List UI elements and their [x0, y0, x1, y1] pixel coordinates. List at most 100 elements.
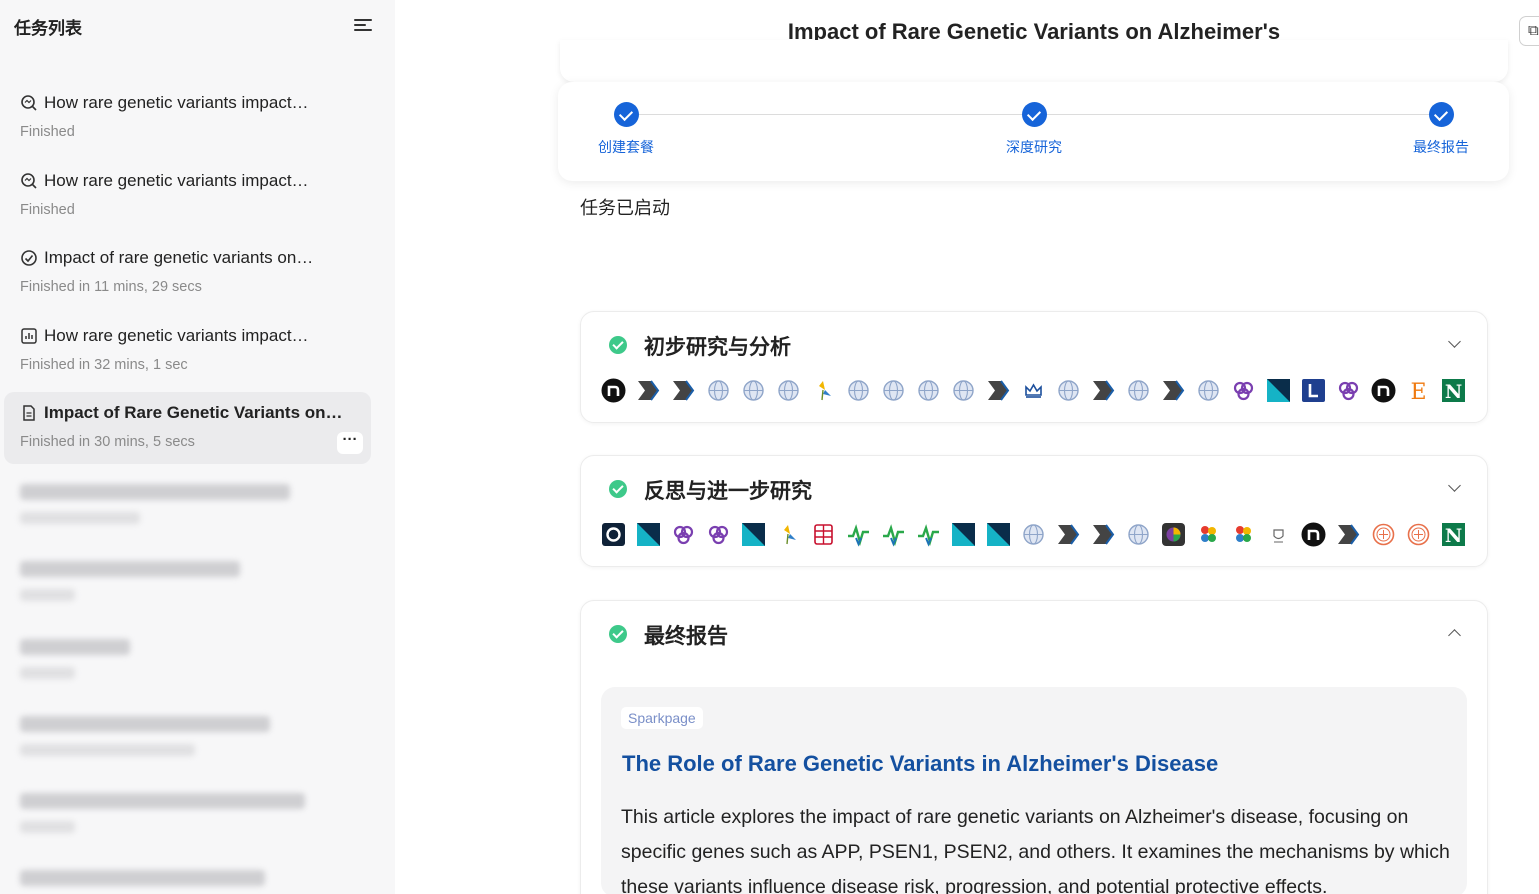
- globe-source-icon[interactable]: [741, 378, 766, 403]
- collapse-sidebar-icon[interactable]: [352, 16, 374, 34]
- globe-source-icon[interactable]: [1021, 522, 1046, 547]
- sidebar-title: 任务列表: [14, 19, 82, 39]
- orange-seal-source-icon[interactable]: [1406, 522, 1431, 547]
- app: 任务列表 How rare genetic variants impact… F…: [0, 0, 1539, 894]
- section-title: 最终报告: [644, 624, 728, 648]
- task-item[interactable]: How rare genetic variants impact… Finish…: [4, 82, 371, 154]
- task-item[interactable]: How rare genetic variants impact… Finish…: [4, 315, 371, 387]
- task-title: How rare genetic variants impact…: [44, 171, 309, 190]
- more-options-button[interactable]: ···: [337, 432, 363, 454]
- globe-source-icon[interactable]: [706, 378, 731, 403]
- teal-diag-source-icon[interactable]: [951, 522, 976, 547]
- globe-source-icon[interactable]: [1126, 378, 1151, 403]
- step-complete-icon: [613, 102, 639, 127]
- arrow-dark-source-icon[interactable]: [1091, 378, 1116, 403]
- task-item-active[interactable]: Impact of Rare Genetic Variants on… Fini…: [4, 392, 371, 464]
- green-pulse-source-icon[interactable]: [846, 522, 871, 547]
- blurred-task-item: [20, 793, 305, 833]
- blurred-task-item: [20, 870, 265, 894]
- section-title: 反思与进一步研究: [644, 479, 812, 503]
- teal-diag-source-icon[interactable]: [741, 522, 766, 547]
- orange-seal-source-icon[interactable]: [1371, 522, 1396, 547]
- task-status: Finished in 11 mins, 29 secs: [20, 279, 202, 295]
- green-pulse-source-icon[interactable]: [881, 522, 906, 547]
- task-item[interactable]: Impact of rare genetic variants on… Fini…: [4, 237, 371, 309]
- blurred-task-item: [20, 639, 130, 679]
- source-icons: EN: [601, 378, 1476, 405]
- report-title[interactable]: The Role of Rare Genetic Variants in Alz…: [622, 751, 1218, 777]
- step-label: 创建套餐: [598, 140, 654, 156]
- teal-diag-source-icon[interactable]: [636, 522, 661, 547]
- source-icons: N: [601, 522, 1476, 547]
- chevron-down-icon[interactable]: [1447, 481, 1461, 495]
- flower-source-icon[interactable]: [1196, 522, 1221, 547]
- pinwheel-yellow-source-icon[interactable]: [776, 522, 801, 547]
- arrow-dark-source-icon[interactable]: [1091, 522, 1116, 547]
- globe-source-icon[interactable]: [846, 378, 871, 403]
- globe-source-icon[interactable]: [951, 378, 976, 403]
- ring-dark-source-icon[interactable]: [601, 522, 626, 547]
- sparkpage-tag: Sparkpage: [621, 707, 703, 729]
- task-status: Finished: [20, 202, 75, 218]
- E-orange-source-icon[interactable]: E: [1406, 378, 1431, 405]
- arrow-dark-source-icon[interactable]: [1161, 378, 1186, 403]
- share-icon: ⧉: [1528, 22, 1539, 39]
- research-icon: [21, 95, 37, 111]
- N-green-source-icon[interactable]: N: [1441, 522, 1466, 547]
- research-icon: [21, 173, 37, 189]
- progress-stepper: 创建套餐 深度研究 最终报告: [558, 82, 1509, 181]
- sidebar: 任务列表 How rare genetic variants impact… F…: [0, 0, 395, 894]
- document-icon: [23, 405, 35, 421]
- chart-icon: [21, 328, 37, 344]
- teal-diag-source-icon[interactable]: [986, 522, 1011, 547]
- globe-source-icon[interactable]: [1126, 522, 1151, 547]
- chevron-up-icon[interactable]: [1447, 626, 1461, 640]
- globe-source-icon[interactable]: [776, 378, 801, 403]
- report-summary: This article explores the impact of rare…: [621, 806, 1450, 894]
- arrow-dark-source-icon[interactable]: [671, 378, 696, 403]
- check-circle-icon: [21, 250, 37, 266]
- globe-source-icon[interactable]: [1196, 378, 1221, 403]
- svg-text:N: N: [1445, 381, 1462, 403]
- step-research: 深度研究: [974, 102, 1094, 157]
- check-circle-icon: [609, 336, 627, 354]
- linked-rings-source-icon[interactable]: [706, 522, 731, 547]
- small-crest-source-icon[interactable]: [1266, 522, 1291, 547]
- globe-source-icon[interactable]: [916, 378, 941, 403]
- globe-source-icon[interactable]: [1056, 378, 1081, 403]
- step-create: 创建套餐: [566, 102, 686, 157]
- step-label: 深度研究: [1006, 140, 1062, 156]
- task-status: Finished in 32 mins, 1 sec: [20, 357, 188, 373]
- chevron-down-icon[interactable]: [1447, 337, 1461, 351]
- step-label: 最终报告: [1413, 140, 1469, 156]
- L-blue-source-icon[interactable]: [1301, 378, 1326, 403]
- svg-text:E: E: [1410, 380, 1426, 403]
- teal-diag-source-icon[interactable]: [1266, 378, 1291, 403]
- linked-rings-source-icon[interactable]: [1231, 378, 1256, 403]
- globe-source-icon[interactable]: [881, 378, 906, 403]
- green-pulse-source-icon[interactable]: [916, 522, 941, 547]
- task-title: Impact of rare genetic variants on…: [44, 248, 314, 267]
- task-item[interactable]: How rare genetic variants impact… Finish…: [4, 160, 371, 232]
- status-text: 任务已启动: [580, 198, 670, 219]
- linked-rings-source-icon[interactable]: [671, 522, 696, 547]
- step-complete-icon: [1428, 102, 1454, 127]
- task-status: Finished in 30 mins, 5 secs: [20, 434, 195, 450]
- n-circle-source-icon[interactable]: [601, 378, 626, 403]
- report-card[interactable]: Sparkpage The Role of Rare Genetic Varia…: [601, 687, 1467, 894]
- arrow-dark-source-icon[interactable]: [636, 378, 661, 403]
- linked-rings-source-icon[interactable]: [1336, 378, 1361, 403]
- arrow-dark-source-icon[interactable]: [1336, 522, 1361, 547]
- n-circle-source-icon[interactable]: [1371, 378, 1396, 403]
- arrow-dark-source-icon[interactable]: [986, 378, 1011, 403]
- crown-source-icon[interactable]: [1021, 378, 1046, 403]
- flower-source-icon[interactable]: [1231, 522, 1256, 547]
- N-green-source-icon[interactable]: N: [1441, 378, 1466, 403]
- red-shield-source-icon[interactable]: [811, 522, 836, 547]
- arrow-dark-source-icon[interactable]: [1056, 522, 1081, 547]
- step-complete-icon: [1021, 102, 1047, 127]
- pinwheel-yellow-source-icon[interactable]: [811, 378, 836, 403]
- n-circle-source-icon[interactable]: [1301, 522, 1326, 547]
- share-button[interactable]: ⧉: [1519, 16, 1539, 46]
- color-wheel-source-icon[interactable]: [1161, 522, 1186, 547]
